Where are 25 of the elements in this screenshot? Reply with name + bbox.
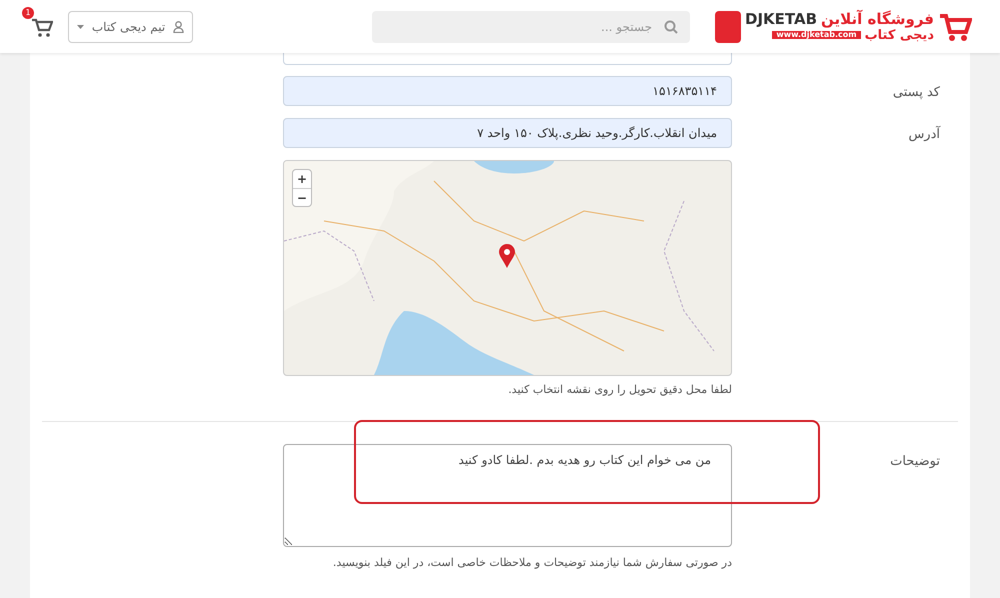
- map-view[interactable]: + −: [283, 160, 732, 376]
- map-hint-text: لطفا محل دقیق تحویل را روی نقشه انتخاب کنید.: [507, 382, 732, 398]
- cart-icon[interactable]: [31, 18, 53, 38]
- field-label: آدرس: [908, 127, 940, 142]
- logo-url: www.djketab.com: [772, 31, 861, 39]
- text-field[interactable]: میدان انقلاب.کارگر.وحید نظری.پلاک ۱۵۰ واحد ۷: [283, 118, 732, 148]
- search-field[interactable]: جستجو ...: [372, 10, 690, 42]
- logo-tagline: فروشگاه آنلاین: [821, 12, 934, 26]
- text-field[interactable]: ۱۵۱۶۸۳۵۱۱۴: [283, 76, 732, 106]
- user-icon: [173, 20, 184, 32]
- zoom-in-button[interactable]: +: [293, 170, 311, 188]
- field-label: توضیحات: [890, 454, 940, 468]
- caret-icon: [76, 24, 84, 28]
- description-hint-text: در صورتی سفارش شما نیازمند توضیحات و ملاحظات خاصی است، در این فیلد بنویسید.: [332, 554, 732, 571]
- logo-book-icon: [715, 10, 742, 42]
- map-pin-icon: [499, 244, 515, 268]
- logo-brand-persian: دیجی کتاب: [864, 28, 934, 42]
- logo-brand: DJKETAB: [745, 12, 818, 26]
- field-label: کد پستی: [892, 85, 940, 100]
- search-icon: [664, 20, 678, 34]
- description-textarea[interactable]: من می خوام این کتاب رو هدیه بدم .لطفا کادو کنید: [283, 444, 732, 546]
- user-menu-button[interactable]: تیم دیجی کتاب: [68, 10, 193, 42]
- cart-count-badge: 1: [22, 6, 34, 18]
- zoom-out-button[interactable]: −: [293, 188, 311, 206]
- text-field[interactable]: [283, 53, 732, 65]
